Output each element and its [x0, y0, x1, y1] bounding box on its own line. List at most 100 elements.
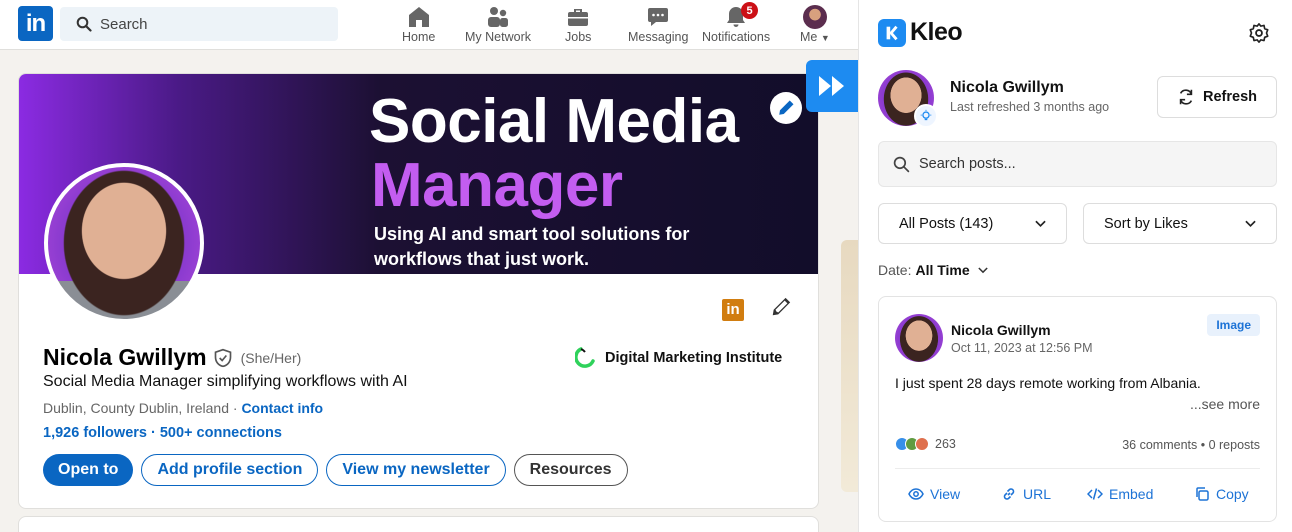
open-to-button[interactable]: Open to	[43, 454, 134, 486]
nav-messaging-label: Messaging	[628, 30, 689, 44]
copy-button[interactable]: Copy	[1194, 486, 1249, 502]
search-icon	[76, 16, 92, 32]
linkedin-logo[interactable]: in	[18, 6, 53, 41]
love-reaction-icon	[915, 437, 929, 451]
next-profile-card	[18, 516, 819, 532]
profile-photo[interactable]	[44, 163, 204, 323]
linkedin-top-nav: in Search Home My Network Jobs Messaging…	[0, 0, 858, 50]
lightbulb-icon	[914, 104, 938, 128]
post-author-avatar	[895, 314, 943, 362]
nav-me[interactable]: Me ▼	[800, 4, 830, 44]
kleo-toggle-button[interactable]	[806, 60, 858, 112]
post-text: I just spent 28 days remote working from…	[895, 375, 1201, 391]
view-post-button[interactable]: View	[908, 486, 960, 502]
profile-name: Nicola Gwillym	[43, 344, 207, 370]
date-filter[interactable]: Date: All Time	[878, 262, 988, 278]
search-input[interactable]: Search	[60, 7, 338, 41]
linkedin-learning-icon[interactable]: in	[722, 298, 744, 321]
nav-messaging[interactable]: Messaging	[628, 4, 688, 44]
view-newsletter-button[interactable]: View my newsletter	[326, 454, 506, 486]
view-label: View	[930, 486, 961, 502]
company-logo-icon	[575, 347, 595, 368]
chevron-down-icon	[1245, 220, 1256, 227]
edit-intro-button[interactable]	[770, 296, 792, 323]
see-more-link[interactable]: ...see more	[1190, 396, 1260, 412]
current-company[interactable]: Digital Marketing Institute	[575, 347, 782, 369]
right-rail-edge	[841, 240, 858, 492]
notification-badge: 5	[741, 2, 759, 19]
search-icon	[893, 156, 910, 172]
home-icon	[408, 7, 429, 27]
search-posts-placeholder: Search posts...	[919, 156, 1016, 172]
connections-link[interactable]: · 500+ connections	[151, 425, 282, 441]
post-filter-value: All Posts (143)	[899, 215, 994, 232]
profile-buttons: Open to Add profile section View my news…	[43, 454, 628, 486]
banner-subtitle-line1: Using AI and smart tool solutions for	[374, 224, 690, 244]
resources-button[interactable]: Resources	[513, 454, 628, 486]
contact-info-link[interactable]: Contact info	[241, 400, 323, 416]
nav-me-label: Me	[800, 30, 818, 44]
chevron-down-icon: ▼	[820, 33, 830, 43]
gear-icon[interactable]	[1248, 22, 1270, 44]
url-button[interactable]: URL	[1001, 486, 1051, 502]
nav-my-network[interactable]: My Network	[465, 4, 531, 44]
post-type-badge: Image	[1207, 314, 1260, 336]
kleo-brand: Kleo	[878, 18, 963, 47]
profile-location-row: Dublin, County Dublin, Ireland · Contact…	[43, 400, 323, 416]
url-label: URL	[1023, 486, 1052, 502]
copy-label: Copy	[1216, 486, 1249, 502]
nav-my-network-label: My Network	[465, 30, 531, 44]
chevron-down-icon	[977, 266, 988, 273]
post-reactions: 263	[895, 437, 956, 451]
copy-icon	[1196, 487, 1209, 501]
fast-forward-icon	[819, 76, 844, 96]
search-posts-input[interactable]: Search posts...	[878, 141, 1277, 187]
date-filter-label: Date:	[878, 262, 912, 278]
refresh-icon	[1179, 89, 1193, 105]
kleo-last-refreshed: Last refreshed 3 months ago	[950, 100, 1110, 114]
sort-value: Sort by Likes	[1104, 215, 1188, 232]
eye-icon	[908, 488, 924, 500]
refresh-button[interactable]: Refresh	[1157, 76, 1277, 118]
kleo-brand-name: Kleo	[910, 18, 963, 46]
code-icon	[1087, 488, 1103, 500]
post-author: Nicola Gwillym	[951, 322, 1051, 338]
post-divider	[895, 468, 1260, 469]
nav-notifications[interactable]: 5 Notifications	[702, 2, 771, 44]
nav-jobs-label: Jobs	[565, 30, 592, 44]
embed-button[interactable]: Embed	[1087, 486, 1153, 502]
profile-name-row: Nicola Gwillym (She/Her)	[43, 344, 301, 371]
nav-home[interactable]: Home	[402, 4, 435, 44]
post-card[interactable]: Nicola Gwillym Oct 11, 2023 at 12:56 PM …	[878, 296, 1277, 522]
sort-dropdown[interactable]: Sort by Likes	[1083, 203, 1277, 244]
refresh-label: Refresh	[1203, 89, 1257, 105]
embed-label: Embed	[1109, 486, 1154, 502]
profile-pronouns: (She/Her)	[240, 349, 302, 366]
kleo-panel: Kleo Nicola Gwillym Last refreshed 3 mon…	[858, 0, 1292, 532]
profile-headline: Social Media Manager simplifying workflo…	[43, 373, 408, 390]
pencil-icon	[779, 100, 794, 115]
briefcase-icon	[568, 9, 589, 26]
nav-jobs[interactable]: Jobs	[565, 4, 591, 44]
post-date: Oct 11, 2023 at 12:56 PM	[951, 341, 1093, 355]
nav-home-label: Home	[402, 30, 436, 44]
search-placeholder: Search	[100, 15, 148, 33]
edit-banner-button[interactable]	[770, 92, 802, 124]
network-icon	[487, 7, 508, 27]
profile-card: Social Media Manager Using AI and smart …	[18, 73, 819, 509]
company-name: Digital Marketing Institute	[605, 350, 783, 366]
add-profile-section-button[interactable]: Add profile section	[141, 454, 319, 486]
kleo-logo-icon	[878, 18, 906, 47]
verified-shield-icon[interactable]	[213, 348, 233, 368]
reaction-count: 263	[935, 437, 956, 451]
profile-action-icons: in	[722, 296, 792, 323]
messaging-icon	[648, 8, 669, 26]
followers-link[interactable]: 1,926 followers	[43, 425, 147, 441]
banner-title-line1: Social Media	[369, 87, 739, 156]
link-icon	[1003, 488, 1015, 500]
post-filter-dropdown[interactable]: All Posts (143)	[878, 203, 1067, 244]
nav-notifications-label: Notifications	[702, 30, 771, 44]
chevron-down-icon	[1035, 220, 1046, 227]
me-avatar	[802, 5, 827, 29]
post-stats: 36 comments • 0 reposts	[1122, 438, 1260, 452]
